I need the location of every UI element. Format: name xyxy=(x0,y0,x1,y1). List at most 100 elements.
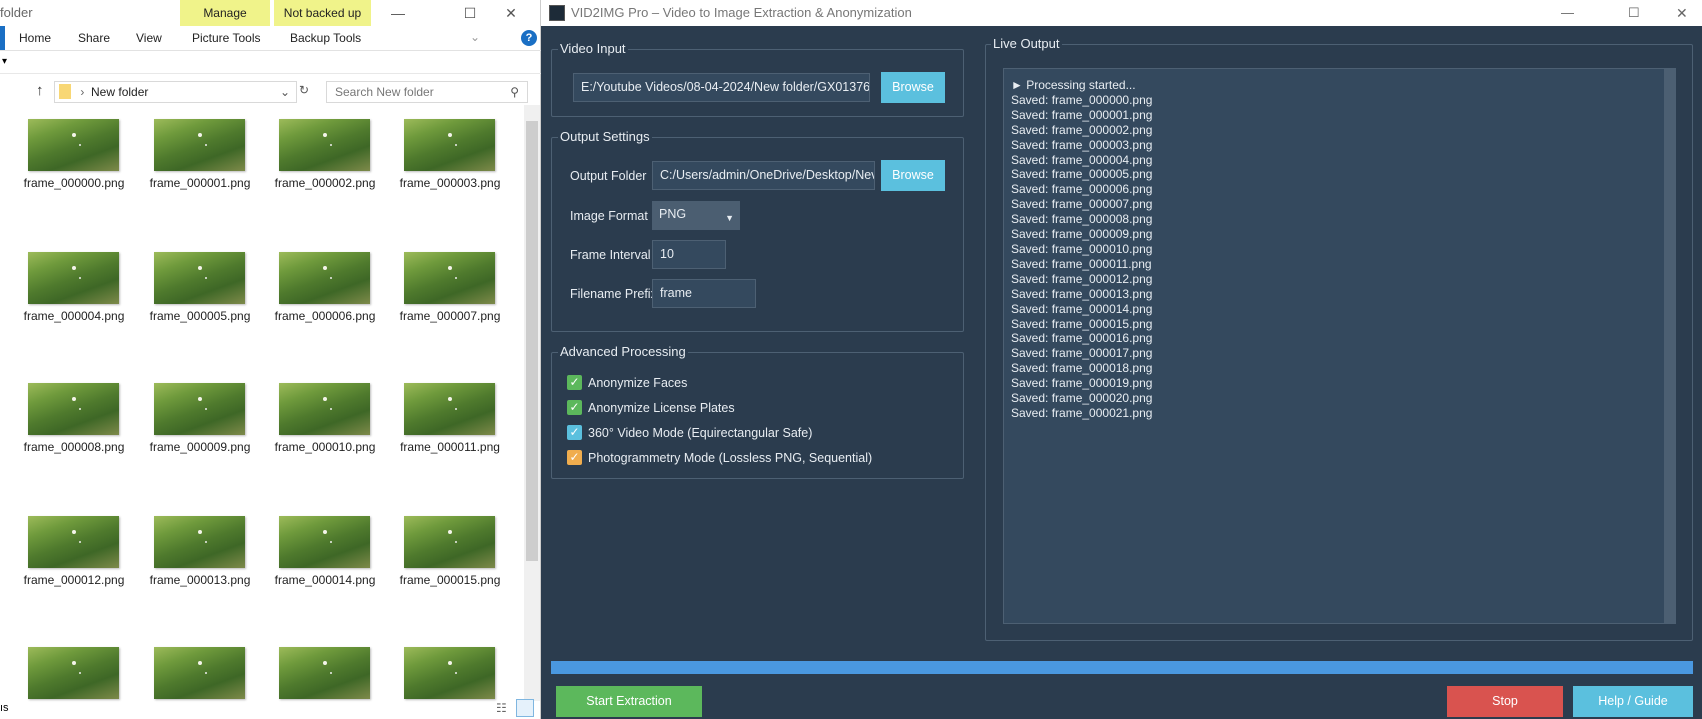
file-name[interactable]: frame_000000.png xyxy=(14,176,134,191)
scrollbar[interactable] xyxy=(524,105,540,701)
tab-picture-tools[interactable]: Picture Tools xyxy=(192,26,260,50)
file-name[interactable]: frame_000012.png xyxy=(14,573,134,588)
checkbox[interactable]: ✓ xyxy=(567,450,582,465)
checkbox-label[interactable]: Anonymize Faces xyxy=(588,376,687,390)
file-tab[interactable] xyxy=(0,26,5,50)
help-guide-button[interactable]: Help / Guide xyxy=(1573,686,1693,717)
context-tab-not-backed-up[interactable]: Not backed up xyxy=(274,0,371,26)
stop-button[interactable]: Stop xyxy=(1447,686,1563,717)
log-line: Saved: frame_000021.png xyxy=(1011,405,1153,420)
large-icons-view-icon[interactable] xyxy=(516,699,534,717)
log-line: Saved: frame_000012.png xyxy=(1011,271,1153,286)
log-line: Saved: frame_000010.png xyxy=(1011,241,1153,256)
minimize-icon[interactable]: — xyxy=(1561,0,1574,26)
file-thumbnail[interactable] xyxy=(154,252,245,304)
close-icon[interactable]: ✕ xyxy=(488,0,534,26)
up-arrow-icon[interactable]: ↑ xyxy=(36,82,44,99)
file-thumbnail[interactable] xyxy=(279,647,370,699)
checkbox[interactable]: ✓ xyxy=(567,375,582,390)
app-title: VID2IMG Pro – Video to Image Extraction … xyxy=(571,5,912,20)
file-name[interactable]: frame_000004.png xyxy=(14,309,134,324)
refresh-icon[interactable]: ↻ xyxy=(299,83,309,97)
file-thumbnail[interactable] xyxy=(154,119,245,171)
file-thumbnail[interactable] xyxy=(28,383,119,435)
log-line: Saved: frame_000015.png xyxy=(1011,316,1153,331)
file-thumbnail[interactable] xyxy=(279,383,370,435)
file-name[interactable]: frame_000015.png xyxy=(390,573,510,588)
output-folder-input[interactable]: C:/Users/admin/OneDrive/Desktop/Nev xyxy=(652,161,875,190)
file-name[interactable]: frame_000011.png xyxy=(390,440,510,455)
file-thumbnail[interactable] xyxy=(279,516,370,568)
file-name[interactable]: frame_000005.png xyxy=(140,309,260,324)
file-thumbnail[interactable] xyxy=(154,383,245,435)
file-name[interactable]: frame_000009.png xyxy=(140,440,260,455)
log-line: Saved: frame_000003.png xyxy=(1011,137,1153,152)
file-thumbnail[interactable] xyxy=(404,119,495,171)
tab-share[interactable]: Share xyxy=(78,26,110,50)
progress-bar xyxy=(551,661,1693,674)
maximize-icon[interactable]: ☐ xyxy=(1628,0,1640,26)
close-icon[interactable]: ✕ xyxy=(1676,0,1688,26)
search-icon: ⚲ xyxy=(510,85,519,99)
file-thumbnail[interactable] xyxy=(154,516,245,568)
quick-access-dropdown-icon[interactable]: ▾ xyxy=(2,56,7,67)
file-name[interactable]: frame_000013.png xyxy=(140,573,260,588)
log-line: Saved: frame_000001.png xyxy=(1011,107,1153,122)
file-name[interactable]: frame_000006.png xyxy=(265,309,385,324)
file-thumbnail[interactable] xyxy=(404,252,495,304)
video-path-input[interactable]: E:/Youtube Videos/08-04-2024/New folder/… xyxy=(573,73,870,102)
tab-backup-tools[interactable]: Backup Tools xyxy=(290,26,361,50)
log-line: Saved: frame_000009.png xyxy=(1011,227,1153,242)
output-browse-button[interactable]: Browse xyxy=(881,160,945,191)
file-thumbnail[interactable] xyxy=(279,252,370,304)
file-thumbnail[interactable] xyxy=(28,516,119,568)
log-line: Saved: frame_000020.png xyxy=(1011,391,1153,406)
log-line: Saved: frame_000006.png xyxy=(1011,182,1153,197)
maximize-icon[interactable]: ☐ xyxy=(447,0,493,26)
tab-view[interactable]: View xyxy=(136,26,162,50)
file-thumbnail[interactable] xyxy=(404,383,495,435)
video-browse-button[interactable]: Browse xyxy=(881,72,945,103)
filename-prefix-input[interactable]: frame xyxy=(652,279,756,308)
file-thumbnail[interactable] xyxy=(279,119,370,171)
search-input[interactable]: Search New folder ⚲ xyxy=(326,81,528,103)
file-name[interactable]: frame_000003.png xyxy=(390,176,510,191)
log-line: Saved: frame_000011.png xyxy=(1011,256,1152,271)
context-tab-manage[interactable]: Manage xyxy=(180,0,270,26)
start-extraction-button[interactable]: Start Extraction xyxy=(556,686,702,717)
tab-home[interactable]: Home xyxy=(19,26,51,50)
log-scrollbar[interactable] xyxy=(1664,69,1676,623)
checkbox[interactable]: ✓ xyxy=(567,425,582,440)
progress-fill xyxy=(551,661,1693,674)
checkbox[interactable]: ✓ xyxy=(567,400,582,415)
file-name[interactable]: frame_000014.png xyxy=(265,573,385,588)
frame-interval-input[interactable]: 10 xyxy=(652,240,726,269)
file-name[interactable]: frame_000008.png xyxy=(14,440,134,455)
file-thumbnail[interactable] xyxy=(154,647,245,699)
file-thumbnail[interactable] xyxy=(404,647,495,699)
minimize-icon[interactable]: — xyxy=(375,0,421,26)
file-thumbnail[interactable] xyxy=(28,119,119,171)
file-name[interactable]: frame_000002.png xyxy=(265,176,385,191)
live-output-log[interactable]: ► Processing started... Saved: frame_0000… xyxy=(1003,68,1676,624)
chevron-down-icon[interactable]: ⌄ xyxy=(280,82,290,102)
file-name[interactable]: frame_000001.png xyxy=(140,176,260,191)
chevron-down-icon: ▼ xyxy=(725,213,734,223)
checkbox-label[interactable]: 360° Video Mode (Equirectangular Safe) xyxy=(588,426,812,440)
ribbon-expand-icon[interactable]: ⌄ xyxy=(470,30,480,44)
file-thumbnail[interactable] xyxy=(28,252,119,304)
file-thumbnail[interactable] xyxy=(404,516,495,568)
file-thumbnail[interactable] xyxy=(28,647,119,699)
filename-prefix-label: Filename Prefix xyxy=(570,287,657,301)
address-bar[interactable]: › New folder ⌄ xyxy=(54,81,297,103)
checkbox-label[interactable]: Anonymize License Plates xyxy=(588,401,735,415)
help-icon[interactable]: ? xyxy=(521,30,537,46)
file-name[interactable]: frame_000007.png xyxy=(390,309,510,324)
checkbox-label[interactable]: Photogrammetry Mode (Lossless PNG, Seque… xyxy=(588,451,872,465)
log-line: ► Processing started... xyxy=(1011,78,1136,92)
image-format-select[interactable]: PNG ▼ xyxy=(652,201,740,230)
log-line: Saved: frame_000008.png xyxy=(1011,212,1153,227)
details-view-icon[interactable]: ☷ xyxy=(496,701,507,715)
file-name[interactable]: frame_000010.png xyxy=(265,440,385,455)
output-folder-label: Output Folder xyxy=(570,169,647,183)
